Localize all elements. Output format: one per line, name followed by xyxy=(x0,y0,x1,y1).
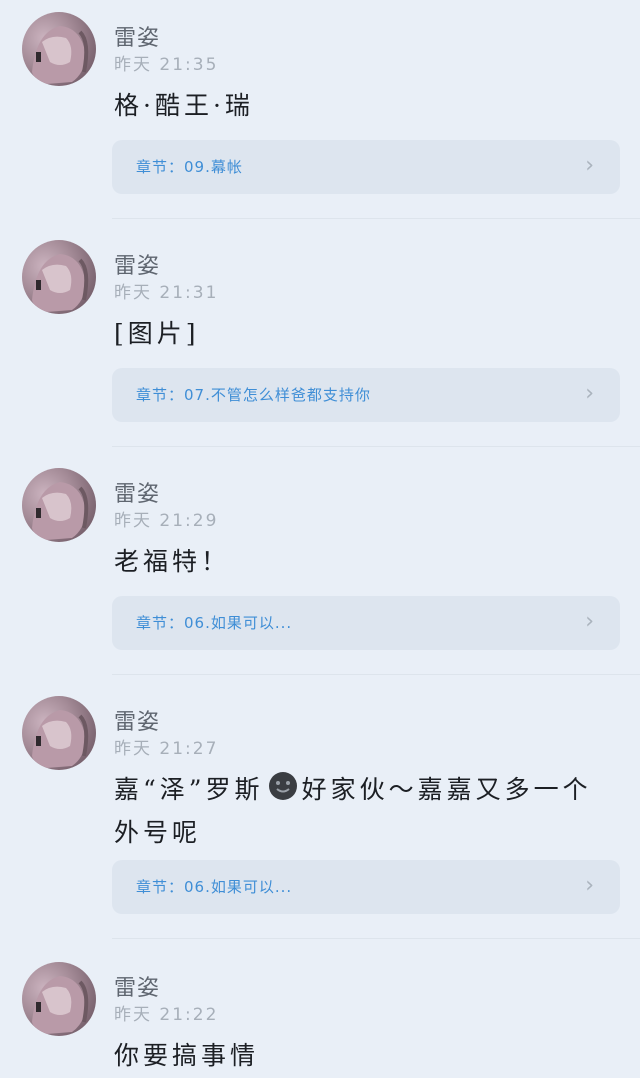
avatar-image xyxy=(32,482,89,540)
chapter-link-card[interactable]: 章节：07.不管怎么样爸都支持你 › xyxy=(112,368,620,422)
comment-time: 昨天 21:22 xyxy=(114,1005,219,1025)
comment-text[interactable]: [图片] xyxy=(114,314,614,354)
comment-time: 昨天 21:29 xyxy=(114,511,219,531)
chapter-link-card[interactable]: 章节：06.如果可以... › xyxy=(112,596,620,650)
comment-item: 雷姿 昨天 21:27 嘉“泽”罗斯 好家伙～嘉嘉又多一个外号呢 章节：06.如果… xyxy=(0,684,640,944)
chapter-label: 章节：06.如果可以... xyxy=(136,614,293,632)
comment-text: 格·酷王·瑞 xyxy=(114,91,254,120)
divider xyxy=(112,218,640,219)
comment-time: 昨天 21:31 xyxy=(114,283,219,303)
comment-item: 雷姿 昨天 21:31 [图片] 章节：07.不管怎么样爸都支持你 › xyxy=(0,228,640,448)
author-name[interactable]: 雷姿 xyxy=(114,248,160,280)
divider xyxy=(112,446,640,447)
avatar[interactable] xyxy=(22,468,96,542)
avatar-image xyxy=(32,710,89,768)
comment-item: 雷姿 昨天 21:22 你要搞事情 xyxy=(0,950,640,1078)
comment-time: 昨天 21:35 xyxy=(114,55,219,75)
comment-text: 你要搞事情 xyxy=(114,1041,260,1070)
avatar-image xyxy=(32,976,89,1034)
comment-text-part: 嘉“泽”罗斯 xyxy=(114,775,264,804)
chapter-link-card[interactable]: 章节：06.如果可以... › xyxy=(112,860,620,914)
author-name[interactable]: 雷姿 xyxy=(114,704,160,736)
avatar[interactable] xyxy=(22,12,96,86)
comment-text: 老福特！ xyxy=(114,547,231,576)
chevron-right-icon: › xyxy=(585,609,594,634)
author-name[interactable]: 雷姿 xyxy=(114,476,160,508)
comment-item: 雷姿 昨天 21:29 老福特！ 章节：06.如果可以... › xyxy=(0,456,640,676)
chevron-right-icon: › xyxy=(585,153,594,178)
avatar-image xyxy=(32,26,89,84)
chevron-right-icon: › xyxy=(585,873,594,898)
chapter-link-card[interactable]: 章节：09.幕帐 › xyxy=(112,140,620,194)
author-name[interactable]: 雷姿 xyxy=(114,20,160,52)
avatar[interactable] xyxy=(22,240,96,314)
comment-item: 雷姿 昨天 21:35 格·酷王·瑞 章节：09.幕帐 › xyxy=(0,0,640,220)
comment-feed: 雷姿 昨天 21:35 格·酷王·瑞 章节：09.幕帐 › 雷姿 昨天 21:3… xyxy=(0,0,640,1078)
avatar-image xyxy=(32,254,89,312)
chapter-label: 章节：07.不管怎么样爸都支持你 xyxy=(136,386,371,404)
avatar[interactable] xyxy=(22,696,96,770)
divider xyxy=(112,938,640,939)
comment-text: 嘉“泽”罗斯 好家伙～嘉嘉又多一个外号呢 xyxy=(114,770,620,853)
chapter-label: 章节：09.幕帐 xyxy=(136,158,243,176)
avatar[interactable] xyxy=(22,962,96,1036)
chapter-label: 章节：06.如果可以... xyxy=(136,878,293,896)
smiling-face-dark-icon xyxy=(268,771,298,813)
divider xyxy=(112,674,640,675)
author-name[interactable]: 雷姿 xyxy=(114,970,160,1002)
chevron-right-icon: › xyxy=(585,381,594,406)
comment-time: 昨天 21:27 xyxy=(114,739,219,759)
